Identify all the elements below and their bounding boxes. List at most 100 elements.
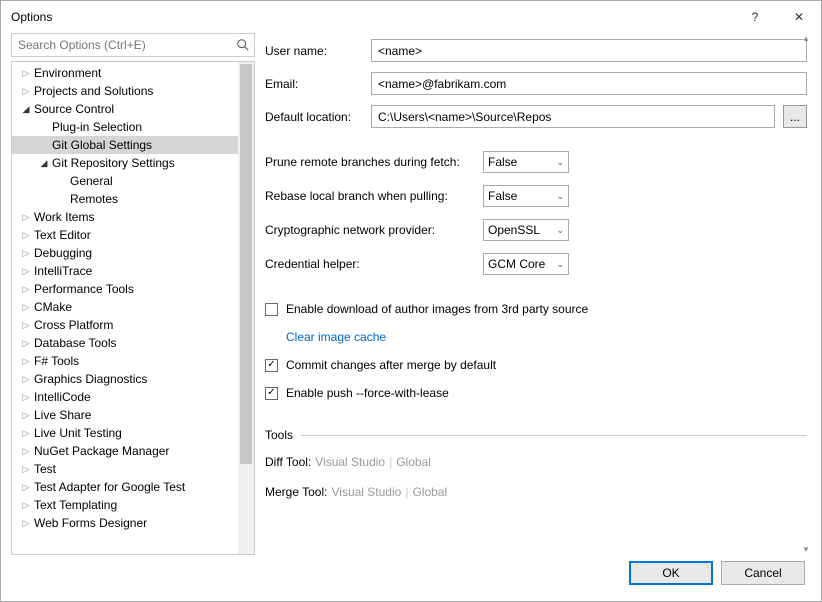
search-icon: [236, 38, 250, 52]
expander-closed-icon[interactable]: ▷: [20, 247, 32, 259]
expander-closed-icon[interactable]: ▷: [20, 211, 32, 223]
search-box[interactable]: [11, 33, 255, 57]
tree-item[interactable]: ▷Cross Platform: [12, 316, 238, 334]
tree-scrollbar[interactable]: [238, 62, 254, 554]
expander-open-icon[interactable]: ◢: [20, 103, 32, 115]
prune-dropdown[interactable]: False⌄: [483, 151, 569, 173]
expander-closed-icon[interactable]: ▷: [20, 85, 32, 97]
tree-item-label: Live Unit Testing: [34, 426, 122, 440]
help-button[interactable]: ?: [733, 1, 777, 33]
options-tree[interactable]: ▷Environment▷Projects and Solutions◢Sour…: [12, 62, 238, 554]
expander-closed-icon[interactable]: ▷: [20, 283, 32, 295]
tools-header: Tools: [265, 428, 293, 442]
expander-closed-icon[interactable]: ▷: [20, 229, 32, 241]
tree-item[interactable]: ◢Git Repository Settings: [12, 154, 238, 172]
titlebar: Options ? ✕: [1, 1, 821, 33]
expander-closed-icon[interactable]: ▷: [20, 499, 32, 511]
expander-closed-icon[interactable]: ▷: [20, 355, 32, 367]
merge-tool-global[interactable]: Global: [412, 485, 447, 499]
tree-item-label: General: [70, 174, 113, 188]
tree-item[interactable]: ▷Live Share: [12, 406, 238, 424]
diff-tool-global[interactable]: Global: [396, 455, 431, 469]
search-input[interactable]: [16, 35, 236, 55]
tree-item[interactable]: ▷F# Tools: [12, 352, 238, 370]
expander-none: [56, 175, 68, 187]
chevron-down-icon: ⌄: [556, 191, 564, 202]
force-lease-checkbox[interactable]: ✓: [265, 387, 278, 400]
clear-cache-link[interactable]: Clear image cache: [286, 330, 386, 344]
tree-item-label: Projects and Solutions: [34, 84, 153, 98]
tree-item[interactable]: ▷Graphics Diagnostics: [12, 370, 238, 388]
tree-item-label: Database Tools: [34, 336, 117, 350]
location-input[interactable]: [371, 105, 775, 128]
expander-closed-icon[interactable]: ▷: [20, 517, 32, 529]
tree-item[interactable]: ▷Projects and Solutions: [12, 82, 238, 100]
force-lease-label: Enable push --force-with-lease: [286, 386, 449, 400]
tree-item-label: NuGet Package Manager: [34, 444, 169, 458]
tree-item-label: Remotes: [70, 192, 118, 206]
expander-closed-icon[interactable]: ▷: [20, 67, 32, 79]
tree-item-label: Test Adapter for Google Test: [34, 480, 185, 494]
tree-item[interactable]: ▷Debugging: [12, 244, 238, 262]
expander-closed-icon[interactable]: ▷: [20, 391, 32, 403]
divider-line: [301, 435, 807, 436]
expander-closed-icon[interactable]: ▷: [20, 301, 32, 313]
expander-closed-icon[interactable]: ▷: [20, 337, 32, 349]
tree-item[interactable]: Remotes: [12, 190, 238, 208]
rebase-dropdown[interactable]: False⌄: [483, 185, 569, 207]
tree-item[interactable]: ▷Live Unit Testing: [12, 424, 238, 442]
expander-closed-icon[interactable]: ▷: [20, 319, 32, 331]
expander-closed-icon[interactable]: ▷: [20, 409, 32, 421]
tree-item[interactable]: ▷NuGet Package Manager: [12, 442, 238, 460]
tree-item-label: Performance Tools: [34, 282, 134, 296]
tree-item[interactable]: ▷CMake: [12, 298, 238, 316]
tree-item-label: IntelliCode: [34, 390, 91, 404]
expander-none: [38, 121, 50, 133]
tree-item[interactable]: ◢Source Control: [12, 100, 238, 118]
diff-tool-vs[interactable]: Visual Studio: [315, 455, 385, 469]
tree-item[interactable]: ▷Work Items: [12, 208, 238, 226]
cred-dropdown[interactable]: GCM Core⌄: [483, 253, 569, 275]
tree-item[interactable]: Plug-in Selection: [12, 118, 238, 136]
panel-scrollbar[interactable]: ▴ ▾: [799, 33, 811, 555]
expander-closed-icon[interactable]: ▷: [20, 463, 32, 475]
expander-closed-icon[interactable]: ▷: [20, 373, 32, 385]
tree-item-label: Source Control: [34, 102, 114, 116]
tree-item[interactable]: ▷Test Adapter for Google Test: [12, 478, 238, 496]
expander-closed-icon[interactable]: ▷: [20, 481, 32, 493]
tree-item-label: Debugging: [34, 246, 92, 260]
download-images-checkbox[interactable]: [265, 303, 278, 316]
crypto-dropdown[interactable]: OpenSSL⌄: [483, 219, 569, 241]
tree-item[interactable]: ▷Text Editor: [12, 226, 238, 244]
ok-button[interactable]: OK: [629, 561, 713, 585]
expander-open-icon[interactable]: ◢: [38, 157, 50, 169]
tree-item[interactable]: ▷Environment: [12, 64, 238, 82]
tree-item[interactable]: ▷Web Forms Designer: [12, 514, 238, 532]
expander-closed-icon[interactable]: ▷: [20, 445, 32, 457]
tree-item[interactable]: ▷IntelliTrace: [12, 262, 238, 280]
tree-item[interactable]: ▷Test: [12, 460, 238, 478]
tree-item[interactable]: ▷Performance Tools: [12, 280, 238, 298]
expander-closed-icon[interactable]: ▷: [20, 427, 32, 439]
tree-item-label: Test: [34, 462, 56, 476]
expander-none: [56, 193, 68, 205]
merge-tool-label: Merge Tool:: [265, 485, 327, 499]
expander-closed-icon[interactable]: ▷: [20, 265, 32, 277]
tree-item[interactable]: ▷Database Tools: [12, 334, 238, 352]
username-input[interactable]: [371, 39, 807, 62]
tree-item[interactable]: ▷IntelliCode: [12, 388, 238, 406]
tree-item[interactable]: General: [12, 172, 238, 190]
tree-item-label: Text Editor: [34, 228, 91, 242]
cancel-button[interactable]: Cancel: [721, 561, 805, 585]
tree-item-label: Git Global Settings: [52, 138, 152, 152]
tree-item[interactable]: Git Global Settings: [12, 136, 238, 154]
tree-item-label: Live Share: [34, 408, 91, 422]
commit-merge-checkbox[interactable]: ✓: [265, 359, 278, 372]
email-input[interactable]: [371, 72, 807, 95]
merge-tool-vs[interactable]: Visual Studio: [331, 485, 401, 499]
tree-item[interactable]: ▷Text Templating: [12, 496, 238, 514]
tree-item-label: Text Templating: [34, 498, 117, 512]
tree-item-label: CMake: [34, 300, 72, 314]
scrollbar-thumb[interactable]: [240, 64, 252, 464]
close-button[interactable]: ✕: [777, 1, 821, 33]
